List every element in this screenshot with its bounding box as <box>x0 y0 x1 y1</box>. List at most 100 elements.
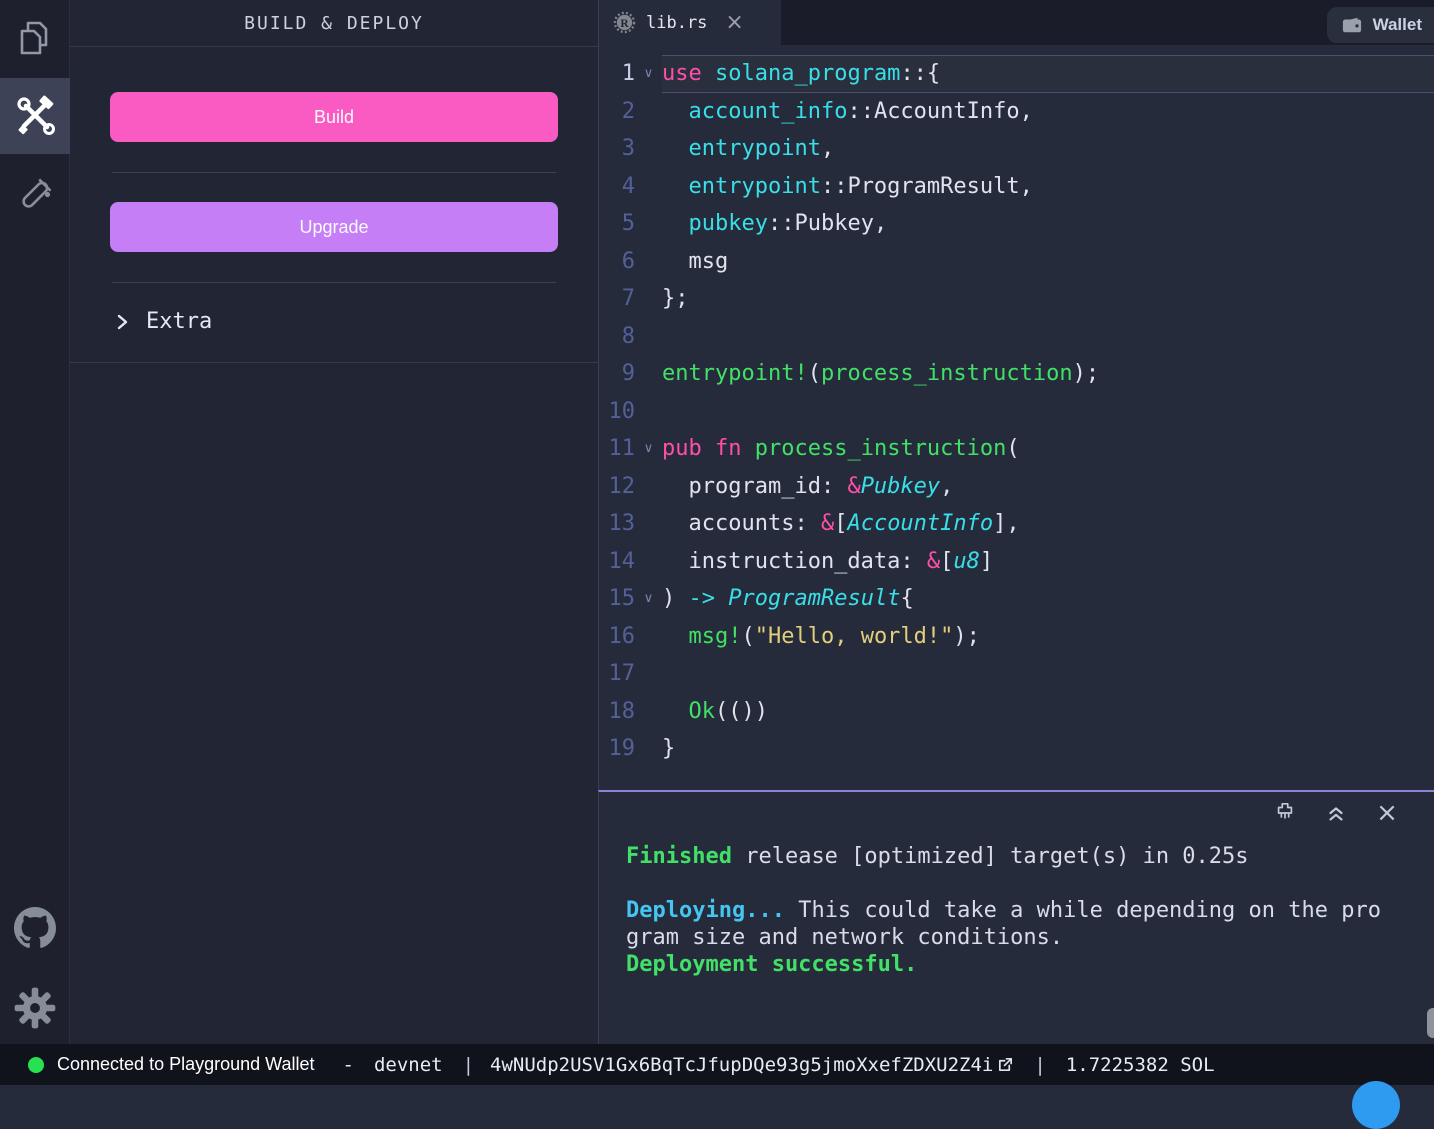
close-terminal-icon[interactable]: × <box>1376 802 1398 824</box>
network-label[interactable]: devnet <box>374 1054 443 1076</box>
code-text[interactable]: }; <box>662 280 1434 318</box>
fold-gutter <box>635 130 662 168</box>
line-number: 13 <box>599 505 635 543</box>
external-link-icon[interactable] <box>997 1056 1014 1073</box>
fold-arrow-icon[interactable]: ∨ <box>635 430 662 468</box>
code-line[interactable]: 12 program_id: &Pubkey, <box>599 468 1434 506</box>
line-number: 15 <box>599 580 635 618</box>
sidebar-item-test[interactable] <box>0 165 70 225</box>
clean-terminal-icon[interactable] <box>1274 802 1296 824</box>
code-text[interactable]: use solana_program::{ <box>662 55 1434 93</box>
code-text[interactable]: Ok(()) <box>662 693 1434 731</box>
code-text[interactable]: entrypoint!(process_instruction); <box>662 355 1434 393</box>
line-number: 5 <box>599 205 635 243</box>
fold-gutter <box>635 618 662 656</box>
code-text[interactable]: } <box>662 730 1434 768</box>
code-line[interactable]: 7}; <box>599 280 1434 318</box>
code-text[interactable] <box>662 393 1434 431</box>
github-icon <box>14 907 56 949</box>
code-text[interactable]: pub fn process_instruction( <box>662 430 1434 468</box>
code-line[interactable]: 5 pubkey::Pubkey, <box>599 205 1434 243</box>
code-line[interactable]: 15∨) -> ProgramResult{ <box>599 580 1434 618</box>
fold-arrow-icon[interactable]: ∨ <box>635 580 662 618</box>
code-line[interactable]: 11∨pub fn process_instruction( <box>599 430 1434 468</box>
code-line[interactable]: 1∨use solana_program::{ <box>599 55 1434 93</box>
code-text[interactable]: account_info::AccountInfo, <box>662 93 1434 131</box>
tab-lib-rs[interactable]: R lib.rs × <box>599 0 781 45</box>
rust-file-icon: R <box>613 11 636 34</box>
fold-gutter <box>635 693 662 731</box>
code-text[interactable]: msg <box>662 243 1434 281</box>
build-button[interactable]: Build <box>110 92 558 142</box>
panel-title: BUILD & DEPLOY <box>70 0 598 47</box>
wallet-button[interactable]: Wallet <box>1327 7 1434 43</box>
terminal-panel: × Finished release [optimized] target(s)… <box>598 790 1434 1044</box>
code-line[interactable]: 9entrypoint!(process_instruction); <box>599 355 1434 393</box>
code-text[interactable]: accounts: &[AccountInfo], <box>662 505 1434 543</box>
build-deploy-panel: BUILD & DEPLOY Build Upgrade Extra <box>70 0 598 1044</box>
extra-section-toggle[interactable]: Extra <box>115 309 598 334</box>
wallet-icon <box>1341 15 1363 35</box>
fold-gutter <box>635 280 662 318</box>
code-text[interactable] <box>662 655 1434 693</box>
code-line[interactable]: 6 msg <box>599 243 1434 281</box>
code-line[interactable]: 17 <box>599 655 1434 693</box>
code-text[interactable]: pubkey::Pubkey, <box>662 205 1434 243</box>
code-lines[interactable]: 1∨use solana_program::{2 account_info::A… <box>599 45 1434 768</box>
svg-text:R: R <box>620 18 629 30</box>
line-number: 3 <box>599 130 635 168</box>
code-line[interactable]: 10 <box>599 393 1434 431</box>
code-text[interactable]: ) -> ProgramResult{ <box>662 580 1434 618</box>
line-number: 18 <box>599 693 635 731</box>
code-line[interactable]: 4 entrypoint::ProgramResult, <box>599 168 1434 206</box>
line-number: 7 <box>599 280 635 318</box>
fold-gutter <box>635 543 662 581</box>
tab-close-icon[interactable]: × <box>725 12 743 34</box>
code-text[interactable] <box>662 318 1434 356</box>
fold-gutter <box>635 505 662 543</box>
settings-gear-icon <box>13 986 57 1030</box>
code-line[interactable]: 19} <box>599 730 1434 768</box>
code-text[interactable]: entrypoint, <box>662 130 1434 168</box>
code-text[interactable]: program_id: &Pubkey, <box>662 468 1434 506</box>
code-line[interactable]: 2 account_info::AccountInfo, <box>599 93 1434 131</box>
sidebar-item-settings[interactable] <box>0 983 70 1033</box>
upgrade-button[interactable]: Upgrade <box>110 202 558 252</box>
line-number: 1 <box>599 55 635 93</box>
code-line[interactable]: 16 msg!("Hello, world!"); <box>599 618 1434 656</box>
code-line[interactable]: 18 Ok(()) <box>599 693 1434 731</box>
terminal-line: Deployment successful. <box>626 951 1424 978</box>
connection-status-dot <box>28 1057 44 1073</box>
terminal-toolbar: × <box>1274 802 1398 824</box>
wallet-address[interactable]: 4wNUdp2USV1Gx6BqTcJfupDQe93g5jmoXxefZDXU… <box>490 1054 993 1076</box>
scrollbar-thumb[interactable] <box>1427 1008 1434 1038</box>
tab-bar: R lib.rs × Wallet <box>599 0 1434 45</box>
sidebar-item-explorer[interactable] <box>0 12 70 68</box>
sol-balance: 1.7225382 SOL <box>1066 1054 1215 1076</box>
fold-arrow-icon[interactable]: ∨ <box>635 55 662 93</box>
fold-gutter <box>635 168 662 206</box>
code-line[interactable]: 3 entrypoint, <box>599 130 1434 168</box>
divider <box>112 282 556 283</box>
extra-label: Extra <box>146 309 212 334</box>
code-text[interactable]: instruction_data: &[u8] <box>662 543 1434 581</box>
test-tube-icon <box>13 173 57 217</box>
fold-gutter <box>635 243 662 281</box>
code-line[interactable]: 13 accounts: &[AccountInfo], <box>599 505 1434 543</box>
code-text[interactable]: msg!("Hello, world!"); <box>662 618 1434 656</box>
status-bar: Connected to Playground Wallet - devnet … <box>0 1044 1434 1085</box>
line-number: 4 <box>599 168 635 206</box>
line-number: 10 <box>599 393 635 431</box>
line-number: 12 <box>599 468 635 506</box>
maximize-terminal-icon[interactable] <box>1325 802 1347 824</box>
code-line[interactable]: 14 instruction_data: &[u8] <box>599 543 1434 581</box>
sidebar-item-build-deploy[interactable] <box>0 78 70 154</box>
help-fab-button[interactable] <box>1352 1081 1400 1129</box>
code-text[interactable]: entrypoint::ProgramResult, <box>662 168 1434 206</box>
sidebar-item-github[interactable] <box>0 903 70 953</box>
line-number: 16 <box>599 618 635 656</box>
build-tools-icon <box>13 94 57 138</box>
divider <box>70 362 598 363</box>
code-line[interactable]: 8 <box>599 318 1434 356</box>
line-number: 17 <box>599 655 635 693</box>
